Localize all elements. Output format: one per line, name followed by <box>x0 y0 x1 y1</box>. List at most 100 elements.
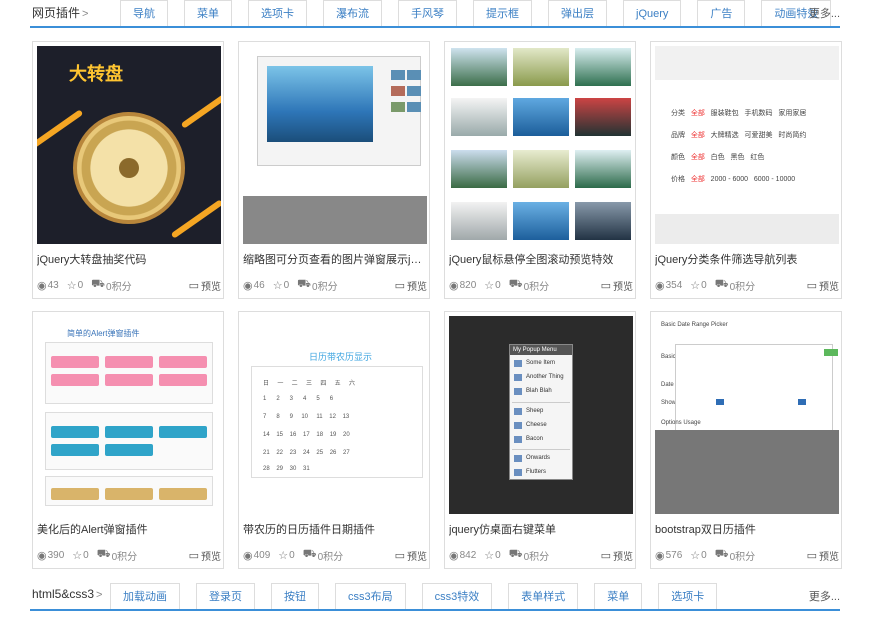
card-title[interactable]: jQuery大转盘抽奖代码 <box>37 251 221 267</box>
tab-nav[interactable]: 导航 <box>120 0 168 26</box>
star-icon[interactable]: ☆ <box>690 279 700 292</box>
tab-waterfall[interactable]: 瀑布流 <box>323 0 382 26</box>
menu-item: Cheese <box>526 422 547 428</box>
tab-jquery[interactable]: jQuery <box>623 0 682 26</box>
tab-tabs[interactable]: 选项卡 <box>658 583 718 609</box>
menu-item: Onwards <box>526 455 551 461</box>
eye-icon: ◉ <box>449 549 459 562</box>
preview-button[interactable]: ▭ 预览 <box>395 278 427 293</box>
tab-menu[interactable]: 菜单 <box>184 0 232 26</box>
tab-css3-layout[interactable]: css3布局 <box>335 583 406 609</box>
preview-label: 预览 <box>819 281 839 293</box>
mosaic-tile <box>451 202 507 240</box>
menu-item: Some Item <box>526 360 556 366</box>
tab-css3-effects[interactable]: css3特效 <box>421 583 493 609</box>
mosaic-tile <box>513 48 569 86</box>
tab-accordion[interactable]: 手风琴 <box>398 0 457 26</box>
thumb-bottombar <box>655 214 839 244</box>
cart-icon: ⛟ <box>96 548 111 560</box>
preview-button[interactable]: ▭ 预览 <box>189 278 221 293</box>
card-title[interactable]: 带农历的日历插件日期插件 <box>243 521 427 537</box>
card-title[interactable]: bootstrap双日历插件 <box>655 521 839 537</box>
view-count: 576 <box>665 549 683 561</box>
card-title[interactable]: 美化后的Alert弹窗插件 <box>37 521 221 537</box>
tab-tabs[interactable]: 选项卡 <box>248 0 307 26</box>
plugin-card[interactable]: My Popup Menu Some Item Another Thing Bl… <box>444 311 636 569</box>
mosaic-tile <box>575 150 631 188</box>
star-icon[interactable]: ☆ <box>67 279 77 292</box>
tab-loading-animation[interactable]: 加载动画 <box>110 583 180 609</box>
card-title[interactable]: 缩略图可分页查看的图片弹窗展示jquery... <box>243 251 427 267</box>
fav-count: 0 <box>495 549 501 561</box>
card-title[interactable]: jQuery鼠标悬停全图滚动预览特效 <box>449 251 633 267</box>
card-meta: ◉ 842 ☆ 0 ⛟ 0积分 ▭ 预览 <box>449 547 633 563</box>
preview-button[interactable]: ▭ 预览 <box>601 278 633 293</box>
eye-icon: ◉ <box>37 279 47 292</box>
gallery-mini <box>391 86 405 96</box>
star-icon[interactable]: ☆ <box>278 549 288 562</box>
points: 0积分 <box>312 281 338 293</box>
menu-item: Sheep <box>526 408 544 414</box>
plugin-card[interactable]: 缩略图可分页查看的图片弹窗展示jquery... ◉ 46 ☆ 0 ⛟ 0积分 ▭ 预览 <box>238 41 430 299</box>
preview-button[interactable]: ▭ 预览 <box>601 548 633 563</box>
fav-count: 0 <box>77 279 84 291</box>
thumbnail-image[interactable]: 日历带农历显示 日 一 二 三 四 五 六 1 2 3 4 5 6 7 8 9 … <box>243 316 427 514</box>
thumbnail-image[interactable]: 大转盘 <box>37 46 221 244</box>
preview-button[interactable]: ▭ 预览 <box>395 548 427 563</box>
gallery-mini <box>407 86 421 96</box>
card-title[interactable]: jQuery分类条件筛选导航列表 <box>655 251 839 267</box>
thumbnail-image[interactable]: My Popup Menu Some Item Another Thing Bl… <box>449 316 633 514</box>
tab-login-page[interactable]: 登录页 <box>196 583 255 609</box>
mosaic-tile <box>575 98 631 136</box>
thumbnail-image[interactable] <box>243 46 427 244</box>
menu-item-icon <box>514 388 522 395</box>
star-icon[interactable]: ☆ <box>273 279 283 292</box>
points: 0积分 <box>729 281 756 293</box>
gallery-mini <box>407 70 421 80</box>
preview-button[interactable]: ▭ 预览 <box>189 548 221 563</box>
tab-ads[interactable]: 广告 <box>697 0 746 26</box>
more-link[interactable]: 更多... <box>809 588 840 604</box>
more-link[interactable]: 更多... <box>809 5 840 21</box>
plugin-card[interactable]: 分类 全部 服装鞋包 手机数码 家用家居 品牌 全部 大牌精选 可爱甜美 时尚简… <box>650 41 842 299</box>
category-bar-webplugins: 网页插件 > 导航 菜单 选项卡 瀑布流 手风琴 提示框 弹出层 jQuery 广… <box>30 0 840 28</box>
thumb-heading: 日历带农历显示 <box>309 352 373 362</box>
calendar-row: 日 一 二 三 四 五 六 <box>263 381 356 387</box>
fav-count: 0 <box>701 279 707 291</box>
filter-row: 价格 全部 2000 - 6000 6000 - 10000 <box>671 176 796 183</box>
tab-menu[interactable]: 菜单 <box>594 583 643 609</box>
star-icon[interactable]: ☆ <box>484 549 494 562</box>
alert-demo-box <box>45 342 213 404</box>
preview-button[interactable]: ▭ 预览 <box>807 278 839 293</box>
alert-demo-box <box>45 412 213 470</box>
monitor-icon: ▭ <box>394 279 405 292</box>
star-icon[interactable]: ☆ <box>484 279 494 292</box>
plugin-card[interactable]: Basic Date Range Picker Basic Date R Sho… <box>650 311 842 569</box>
demo-button <box>159 488 207 500</box>
menu-item: Bacon <box>526 436 544 442</box>
category-title[interactable]: 网页插件 > <box>32 4 88 21</box>
plugin-card[interactable]: 简单的Alert弹窗插件 美化后的Alert弹窗插件 ◉ 390 ☆ 0 ⛟ 0积分 … <box>32 311 224 569</box>
thumbnail-image[interactable] <box>449 46 633 244</box>
tab-buttons[interactable]: 按钮 <box>271 583 319 609</box>
star-icon[interactable]: ☆ <box>72 549 82 562</box>
plugin-card[interactable]: 大转盘 jQuery大转盘抽奖代码 ◉ 43 ☆ 0 ⛟ 0积分 ▭ 预览 <box>32 41 224 299</box>
demo-button <box>51 488 99 500</box>
card-title[interactable]: jquery仿桌面右键菜单 <box>449 521 633 537</box>
wheel-hub <box>119 158 139 178</box>
eye-icon: ◉ <box>449 279 459 292</box>
star-icon[interactable]: ☆ <box>690 549 700 562</box>
thumbnail-image[interactable]: Basic Date Range Picker Basic Date R Sho… <box>655 316 839 514</box>
card-meta: ◉ 820 ☆ 0 ⛟ 0积分 ▭ 预览 <box>449 277 633 293</box>
monitor-icon: ▭ <box>806 279 817 292</box>
plugin-card[interactable]: jQuery鼠标悬停全图滚动预览特效 ◉ 820 ☆ 0 ⛟ 0积分 ▭ 预览 <box>444 41 636 299</box>
points: 0积分 <box>523 551 550 563</box>
thumbnail-image[interactable]: 分类 全部 服装鞋包 手机数码 家用家居 品牌 全部 大牌精选 可爱甜美 时尚简… <box>655 46 839 244</box>
tab-form-styles[interactable]: 表单样式 <box>508 583 579 609</box>
tab-tooltip[interactable]: 提示框 <box>473 0 532 26</box>
plugin-card[interactable]: 日历带农历显示 日 一 二 三 四 五 六 1 2 3 4 5 6 7 8 9 … <box>238 311 430 569</box>
preview-button[interactable]: ▭ 预览 <box>807 548 839 563</box>
category-title[interactable]: html5&css3 > <box>32 587 102 601</box>
tab-popup[interactable]: 弹出层 <box>548 0 607 26</box>
thumbnail-image[interactable]: 简单的Alert弹窗插件 <box>37 316 221 514</box>
